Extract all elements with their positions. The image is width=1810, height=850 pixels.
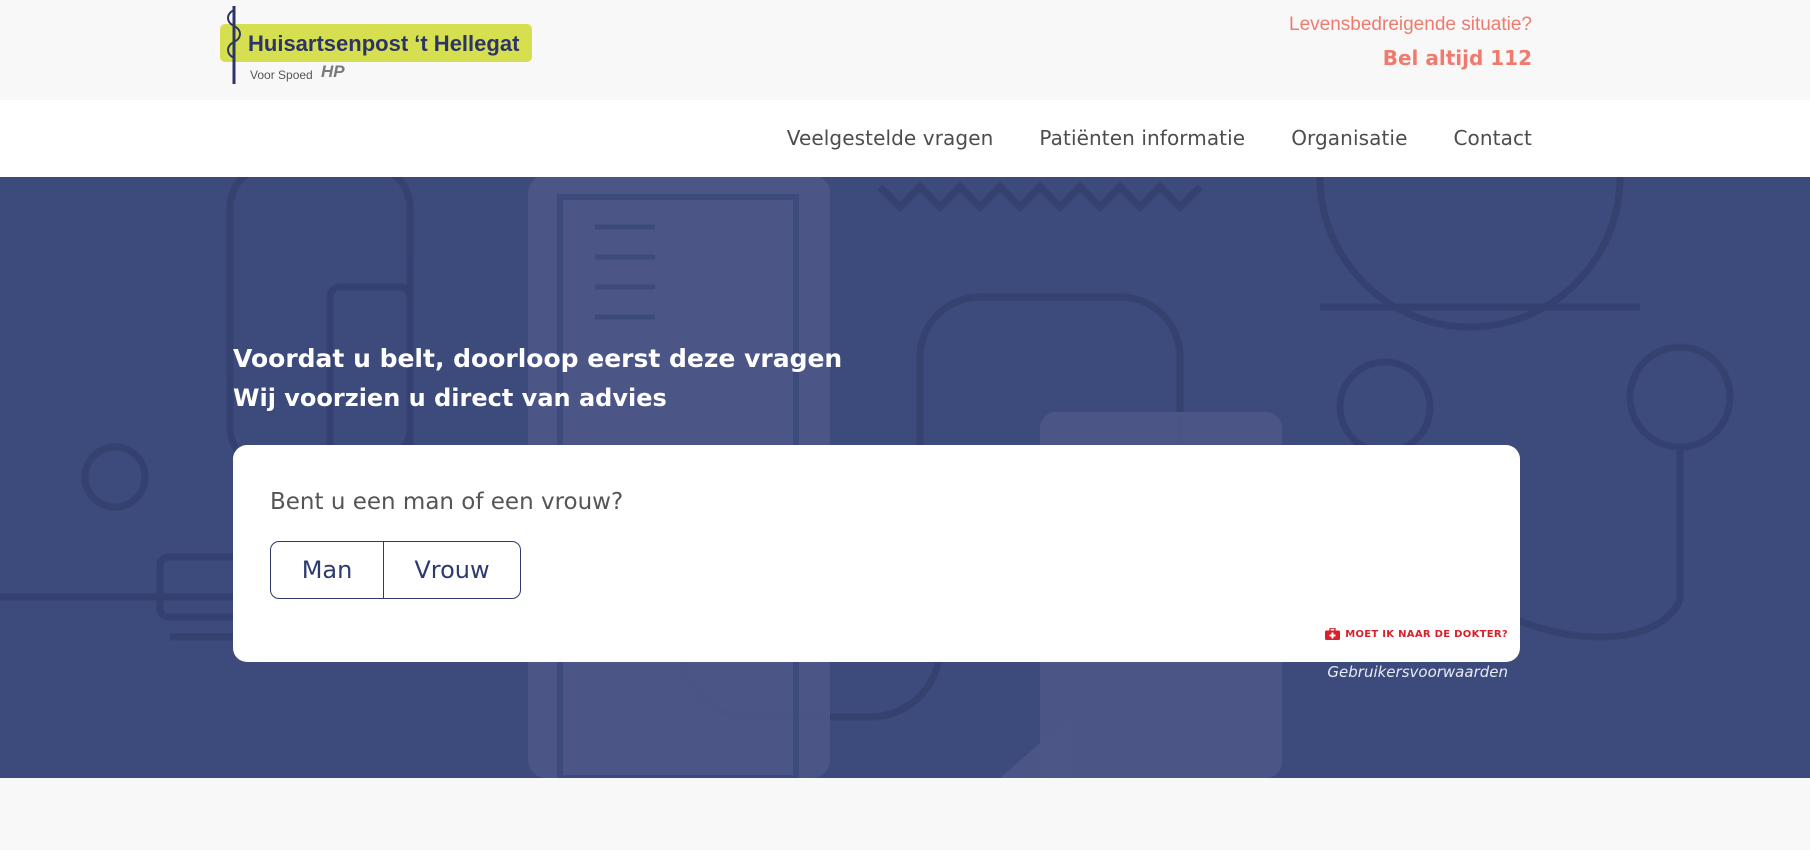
hero-title: Voordat u belt, doorloop eerst deze vrag…	[233, 344, 843, 373]
logo-tagline: Voor Spoed	[250, 68, 313, 82]
doctor-advice-label: MOET IK NAAR DE DOKTER?	[1345, 628, 1508, 640]
terms-link[interactable]: Gebruikersvoorwaarden	[1327, 663, 1508, 681]
hero-subtitle: Wij voorzien u direct van advies	[233, 384, 667, 412]
first-aid-kit-icon	[1325, 628, 1341, 640]
logo-name: Huisartsenpost ‘t Hellegat	[248, 31, 520, 56]
emergency-call-number[interactable]: Bel altijd 112	[1289, 46, 1532, 70]
staff-of-asclepius-icon	[227, 6, 241, 84]
woman-button[interactable]: Vrouw	[383, 541, 521, 599]
top-bar: Huisartsenpost ‘t Hellegat Voor Spoed HP…	[0, 0, 1810, 100]
nav-item-faq[interactable]: Veelgestelde vragen	[787, 126, 994, 150]
site-logo[interactable]: Huisartsenpost ‘t Hellegat Voor Spoed HP	[218, 4, 538, 86]
question-text: Bent u een man of een vrouw?	[270, 489, 624, 515]
doctor-advice-link[interactable]: MOET IK NAAR DE DOKTER?	[1325, 628, 1508, 640]
man-button[interactable]: Man	[270, 541, 384, 599]
hero-section: Voordat u belt, doorloop eerst deze vrag…	[0, 177, 1810, 778]
nav-item-patient-info[interactable]: Patiënten informatie	[1039, 126, 1245, 150]
emergency-question: Levensbedreigende situatie?	[1289, 14, 1532, 35]
nav-item-organisation[interactable]: Organisatie	[1291, 126, 1407, 150]
logo-mark: HP	[321, 62, 345, 81]
emergency-notice: Levensbedreigende situatie? Bel altijd 1…	[1289, 14, 1532, 70]
questionnaire-card: Bent u een man of een vrouw? Man Vrouw M…	[233, 445, 1520, 662]
gender-choice-group: Man Vrouw	[270, 541, 521, 599]
main-navigation: Veelgestelde vragen Patiënten informatie…	[0, 100, 1810, 177]
nav-menu: Veelgestelde vragen Patiënten informatie…	[787, 126, 1532, 150]
page-footer-area	[0, 778, 1810, 850]
nav-item-contact[interactable]: Contact	[1453, 126, 1532, 150]
